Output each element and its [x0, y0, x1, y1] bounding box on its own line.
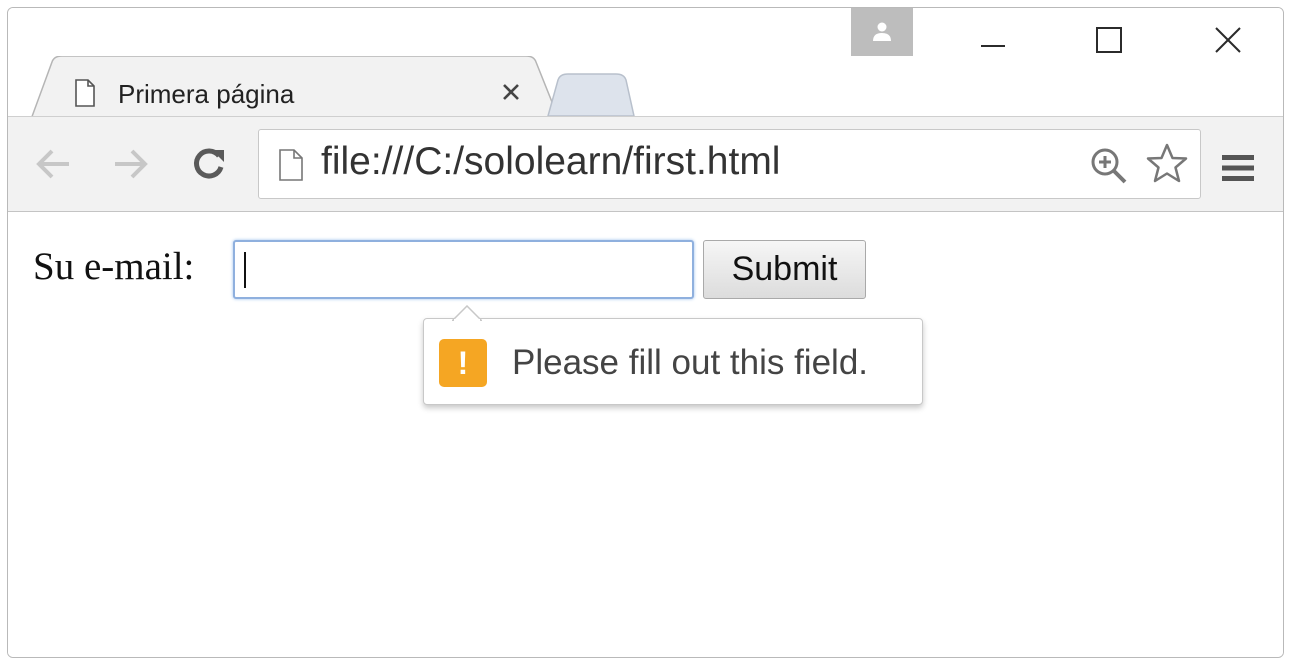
close-icon	[503, 84, 519, 100]
close-window-button[interactable]	[1198, 20, 1258, 60]
new-tab-button[interactable]	[546, 72, 636, 116]
minimize-icon	[981, 45, 1005, 47]
browser-toolbar: file:///C:/sololearn/first.html	[8, 116, 1283, 212]
reload-icon	[194, 148, 224, 179]
validation-tooltip: ! Please fill out this field.	[423, 305, 923, 405]
reload-button[interactable]	[186, 141, 232, 187]
url-text: file:///C:/sololearn/first.html	[321, 140, 781, 183]
tooltip-arrow	[452, 305, 482, 321]
text-caret	[244, 252, 246, 288]
forward-button[interactable]	[108, 141, 154, 187]
page-icon	[279, 149, 303, 181]
maximize-icon	[1096, 27, 1122, 53]
back-button[interactable]	[30, 141, 76, 187]
title-bar: Primera página	[8, 8, 1283, 122]
zoom-icon[interactable]	[1089, 146, 1129, 186]
minimize-button[interactable]	[963, 20, 1023, 60]
validation-message: Please fill out this field.	[512, 343, 869, 382]
forward-arrow-icon	[115, 149, 148, 179]
profile-icon	[873, 22, 891, 41]
close-icon	[1215, 27, 1241, 53]
maximize-button[interactable]	[1079, 20, 1139, 60]
submit-button[interactable]: Submit	[703, 240, 866, 299]
back-arrow-icon	[36, 149, 69, 179]
address-bar[interactable]: file:///C:/sololearn/first.html	[258, 129, 1201, 199]
tab-close-button[interactable]	[494, 75, 528, 109]
warning-icon: !	[439, 339, 487, 387]
star-icon[interactable]	[1145, 142, 1189, 186]
email-input[interactable]	[233, 240, 694, 299]
tab-primera-pagina[interactable]: Primera página	[30, 56, 560, 122]
page-content: Su e-mail: Submit ! Please fill out this…	[8, 212, 1283, 657]
browser-window: Primera página file:///C:/sololearn/firs…	[7, 7, 1284, 658]
page-icon	[75, 79, 95, 107]
email-label: Su e-mail:	[33, 245, 195, 288]
tab-title: Primera página	[118, 79, 295, 109]
menu-icon[interactable]	[1220, 153, 1256, 183]
profile-button[interactable]	[851, 8, 913, 56]
